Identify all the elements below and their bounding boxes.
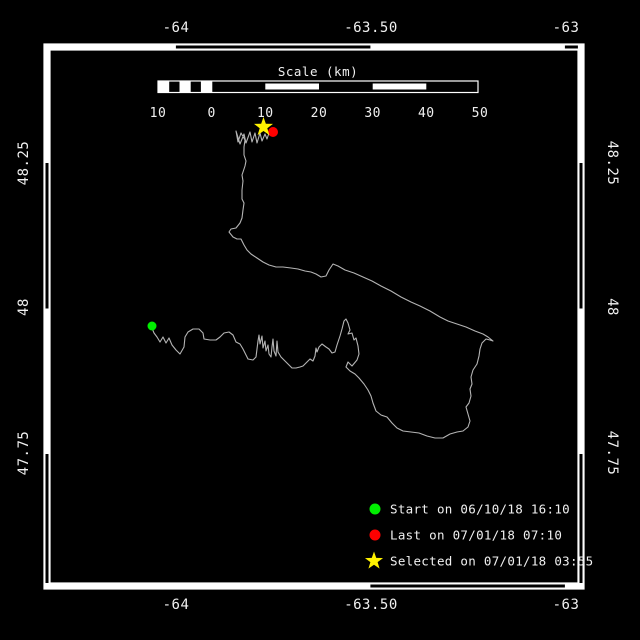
lon-tick-label: -64 bbox=[163, 20, 190, 36]
lat-axis-left: 48.25 48 47.75 bbox=[16, 141, 32, 476]
legend-last-dot-icon bbox=[370, 530, 381, 541]
lat-tick-label: 47.75 bbox=[604, 431, 620, 476]
lon-tick-label: -63.50 bbox=[344, 597, 398, 613]
last-marker bbox=[268, 127, 278, 137]
scale-bar-check bbox=[180, 81, 191, 93]
map-canvas: -64 -63.50 -63 -64 -63.50 -63 48.25 48 4… bbox=[0, 0, 640, 640]
map-window: -64 -63.50 -63 -64 -63.50 -63 48.25 48 4… bbox=[0, 0, 640, 640]
scale-num: 40 bbox=[418, 106, 435, 121]
scale-num: 30 bbox=[364, 106, 381, 121]
scale-num: 0 bbox=[208, 106, 216, 121]
scale-num: 50 bbox=[472, 106, 489, 121]
map-markers bbox=[148, 117, 279, 331]
scale-bar-title: Scale (km) bbox=[278, 64, 358, 79]
scale-bar-numbers: 10 0 10 20 30 40 50 bbox=[150, 106, 489, 121]
scale-num: 20 bbox=[311, 106, 328, 121]
lat-tick-label: 48 bbox=[604, 298, 620, 316]
legend-selected-star-icon bbox=[365, 552, 383, 569]
legend-selected-label: Selected on 07/01/18 03:55 bbox=[390, 554, 593, 569]
lon-tick-label: -63 bbox=[553, 20, 580, 36]
track-path bbox=[152, 131, 493, 438]
legend: Start on 06/10/18 16:10 Last on 07/01/18… bbox=[365, 502, 594, 569]
legend-start-label: Start on 06/10/18 16:10 bbox=[390, 502, 570, 517]
lat-tick-label: 47.75 bbox=[16, 431, 32, 476]
lon-axis-bottom: -64 -63.50 -63 bbox=[163, 597, 580, 613]
lon-tick-label: -63.50 bbox=[344, 20, 398, 36]
lon-axis-top: -64 -63.50 -63 bbox=[163, 20, 580, 36]
scale-bar-segment bbox=[265, 84, 319, 90]
lat-tick-label: 48 bbox=[16, 298, 32, 316]
start-marker bbox=[148, 322, 157, 331]
scale-num: 10 bbox=[150, 106, 167, 121]
lon-tick-label: -63 bbox=[553, 597, 580, 613]
scale-bar: Scale (km) 10 0 10 20 30 40 50 bbox=[150, 64, 489, 121]
lat-tick-label: 48.25 bbox=[604, 141, 620, 186]
scale-bar-check bbox=[201, 81, 212, 93]
scale-bar-segment bbox=[373, 84, 427, 90]
scale-num: 10 bbox=[257, 106, 274, 121]
lat-axis-right: 48.25 48 47.75 bbox=[604, 141, 620, 476]
lat-tick-label: 48.25 bbox=[16, 141, 32, 186]
legend-start-dot-icon bbox=[370, 504, 381, 515]
legend-last-label: Last on 07/01/18 07:10 bbox=[390, 528, 562, 543]
lon-tick-label: -64 bbox=[163, 597, 190, 613]
scale-bar-check bbox=[158, 81, 169, 93]
